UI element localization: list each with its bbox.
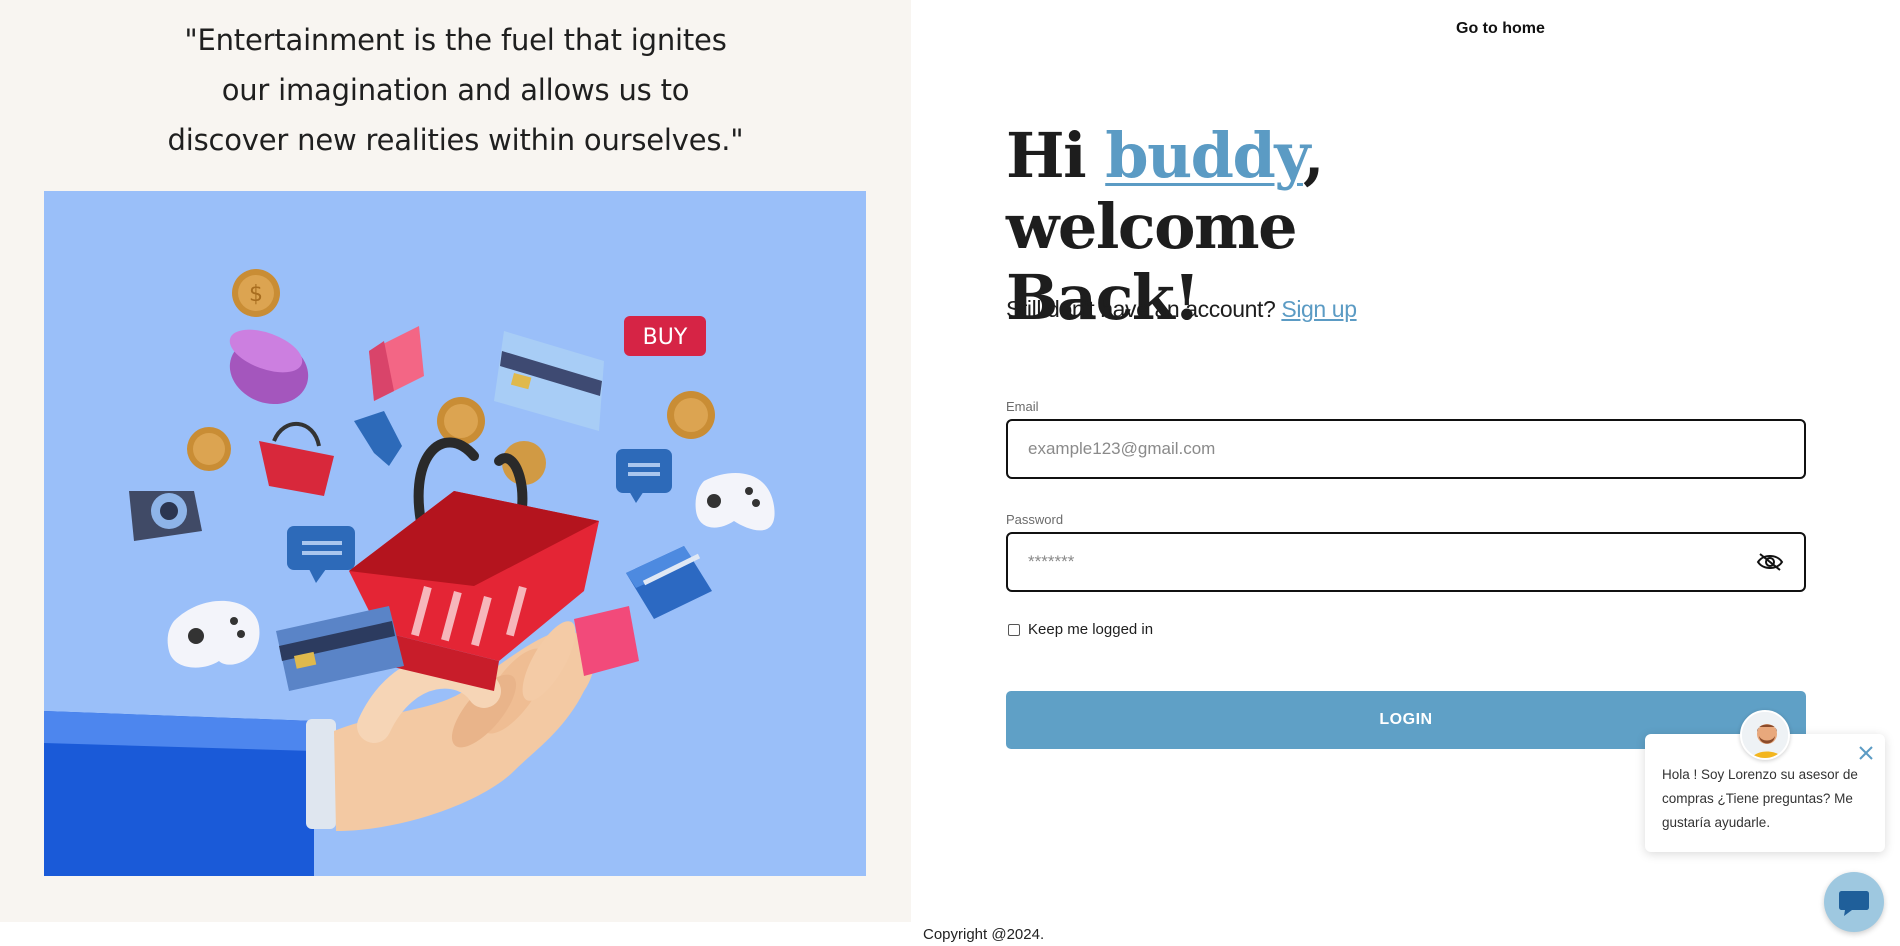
shopping-bag-icon xyxy=(574,606,639,676)
svg-text:BUY: BUY xyxy=(643,325,688,350)
go-to-home-link[interactable]: Go to home xyxy=(1456,20,1545,38)
shopping-bag-icon xyxy=(369,326,424,401)
gamepad-icon xyxy=(167,600,260,668)
camera-icon xyxy=(129,491,202,541)
left-panel: "Entertainment is the fuel that ignites … xyxy=(0,0,911,922)
heading-hi: Hi xyxy=(1006,119,1106,192)
chat-bubble-icon xyxy=(354,411,402,466)
shopping-basket-icon xyxy=(259,422,334,496)
heading-accent: buddy xyxy=(1105,119,1304,192)
chat-bubble-icon xyxy=(287,526,355,583)
credit-card-icon xyxy=(494,331,604,431)
coin-icon xyxy=(437,397,485,445)
hero-illustration: $ BUY xyxy=(44,191,866,876)
open-chat-button[interactable] xyxy=(1824,872,1884,932)
svg-text:$: $ xyxy=(249,282,263,307)
signup-prompt: Still don't have an account? Sign up xyxy=(1006,296,1357,323)
email-field[interactable] xyxy=(1028,439,1784,459)
email-field-container xyxy=(1006,419,1806,479)
coin-icon xyxy=(187,427,231,471)
password-field-container xyxy=(1006,532,1806,592)
chat-bubble-icon xyxy=(616,449,672,503)
copyright-text: Copyright @2024. xyxy=(923,926,1045,943)
sign-up-link[interactable]: Sign up xyxy=(1281,296,1357,322)
keep-logged-in-option[interactable]: Keep me logged in xyxy=(1008,621,1153,638)
coin-icon: $ xyxy=(232,269,280,317)
quote-line-2: our imagination and allows us to xyxy=(221,73,690,107)
quote-line-1: "Entertainment is the fuel that ignites xyxy=(184,23,727,57)
password-label: Password xyxy=(1006,512,1064,527)
close-icon[interactable] xyxy=(1857,744,1875,762)
chat-bubble-icon xyxy=(1839,891,1869,916)
gift-box-icon xyxy=(626,546,712,619)
signup-prompt-text: Still don't have an account? xyxy=(1006,296,1282,322)
credit-card-icon xyxy=(276,606,404,691)
coin-icon xyxy=(667,391,715,439)
quote-line-3: discover new realities within ourselves.… xyxy=(167,123,744,157)
password-field[interactable] xyxy=(1028,552,1756,572)
gift-box-icon xyxy=(229,329,309,405)
inspirational-quote: "Entertainment is the fuel that ignites … xyxy=(0,15,911,165)
buy-tag: BUY xyxy=(624,316,706,356)
eye-slash-icon[interactable] xyxy=(1756,551,1784,573)
email-label: Email xyxy=(1006,399,1039,414)
chat-message: Hola ! Soy Lorenzo su asesor de compras … xyxy=(1662,767,1858,830)
keep-logged-in-label: Keep me logged in xyxy=(1028,621,1154,638)
keep-logged-in-checkbox[interactable] xyxy=(1008,623,1020,636)
gamepad-icon xyxy=(695,473,775,531)
avatar xyxy=(1740,710,1790,760)
